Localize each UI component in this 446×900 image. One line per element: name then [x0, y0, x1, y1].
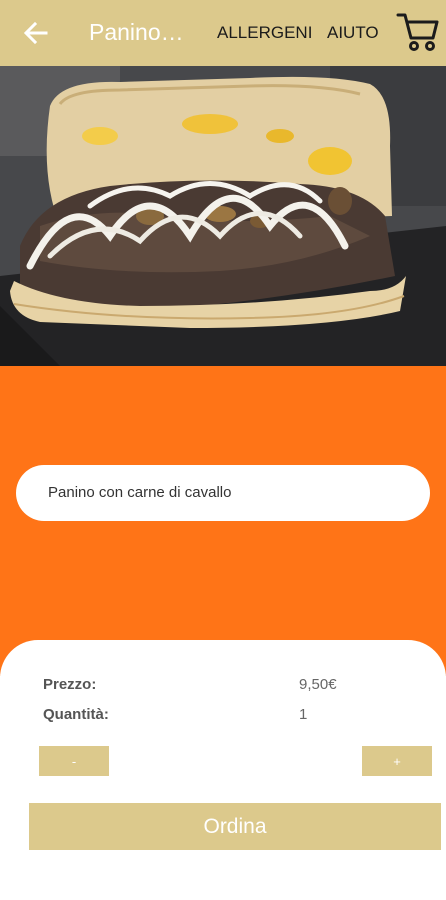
quantity-value: 1	[299, 706, 308, 723]
back-arrow-icon[interactable]	[22, 19, 50, 47]
decrement-button[interactable]: -	[39, 746, 109, 776]
cart-icon[interactable]	[396, 10, 440, 54]
price-value: 9,50€	[299, 676, 337, 693]
quantity-label: Quantità:	[43, 706, 109, 723]
description-section	[0, 366, 446, 676]
help-button[interactable]: AIUTO	[327, 23, 379, 43]
price-label: Prezzo:	[43, 676, 97, 693]
order-button[interactable]: Ordina	[29, 803, 441, 850]
product-description: Panino con carne di cavallo	[48, 484, 232, 501]
allergens-button[interactable]: ALLERGENI	[217, 23, 312, 43]
app-bar: Panino… ALLERGENI AIUTO	[0, 0, 446, 66]
product-image	[0, 66, 446, 366]
page-title: Panino…	[89, 19, 184, 45]
product-description-card: Panino con carne di cavallo	[16, 465, 430, 521]
increment-button[interactable]: +	[362, 746, 432, 776]
